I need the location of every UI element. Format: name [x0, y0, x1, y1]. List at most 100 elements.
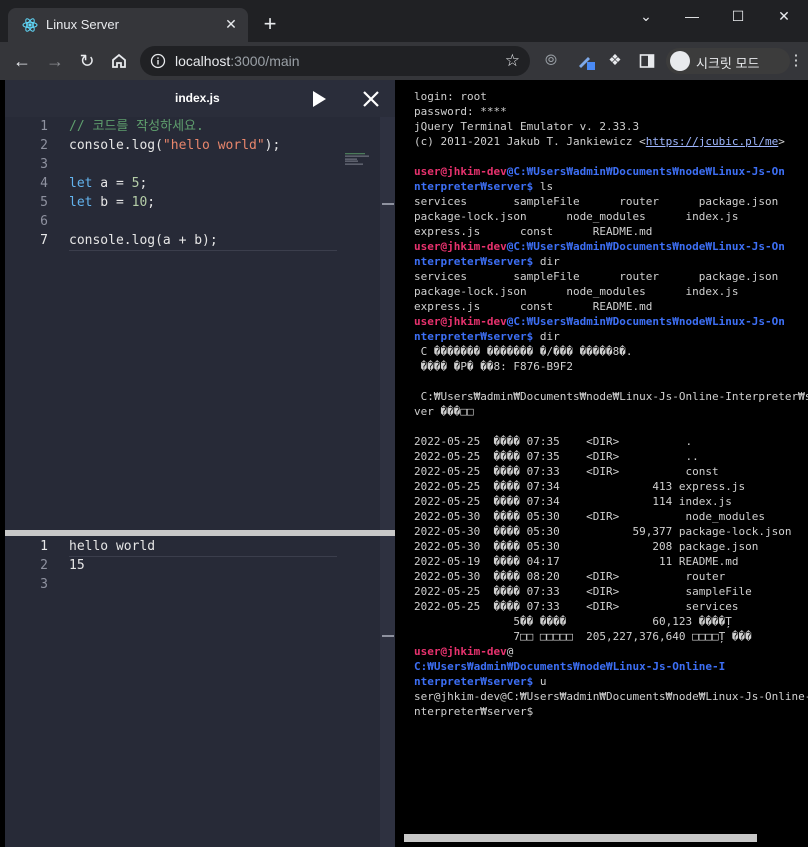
terminal-line: 7□□ □□□□□ 205,227,376,640 □□□□Ț ���	[414, 630, 752, 643]
terminal-line: C ������� ������� �/��� �����8�.	[414, 345, 633, 358]
code-text: console.log("hello world");	[69, 138, 281, 153]
incognito-icon	[670, 51, 690, 71]
terminal-line: express.js const README.md	[414, 225, 653, 238]
output-text: 15	[69, 558, 85, 573]
code-line[interactable]: 7 console.log(a + b);	[5, 231, 380, 250]
line-number: 2	[40, 138, 48, 153]
url-text: localhost:3000/main	[175, 53, 300, 69]
terminal-line: user@jhkim-dev@C:₩Users₩admin₩Documents₩…	[414, 165, 785, 178]
editor-scrollbar[interactable]	[380, 117, 395, 847]
line-number: 6	[40, 214, 48, 229]
terminal-line: 2022-05-19 ���� 04:17 11 README.md	[414, 555, 739, 568]
line-number: 5	[40, 195, 48, 210]
terminal-line: nterpreter₩server$	[414, 705, 534, 718]
line-number: 3	[40, 157, 48, 172]
code-line[interactable]: 6	[5, 212, 380, 231]
reload-icon[interactable]: ↻	[75, 49, 99, 73]
editor-header: index.js	[5, 80, 395, 117]
minimize-icon[interactable]: —	[672, 6, 712, 26]
close-editor-icon[interactable]	[360, 88, 382, 110]
line-number: 2	[40, 558, 48, 573]
active-line-underline	[69, 250, 337, 251]
terminal-line: ser@jhkim-dev@C:₩Users₩admin₩Documents₩n…	[414, 690, 808, 703]
terminal-line: 2022-05-25 ���� 07:33 <DIR> const	[414, 465, 719, 478]
code-text: // 코드를 작성하세요.	[69, 119, 204, 134]
terminal-line: C:₩Users₩admin₩Documents₩node₩Linux-Js-O…	[414, 660, 726, 673]
terminal-line: package-lock.json node_modules index.js	[414, 285, 739, 298]
code-line[interactable]: 5 let b = 10;	[5, 193, 380, 212]
terminal-line: services sampleFile router package.json	[414, 270, 779, 283]
output-line: 1 hello world	[5, 537, 380, 556]
terminal-line: 2022-05-25 ���� 07:35 <DIR> .	[414, 435, 693, 448]
terminal-line: 5�� ���� 60,123 ����Ț	[414, 615, 732, 628]
editor-pane: index.js 1 // 코드를 작성하세요. 2 console.log("hel…	[5, 80, 395, 847]
terminal-line: nterpreter₩server$ ls	[414, 180, 554, 193]
pen-extension-icon[interactable]	[576, 51, 596, 71]
tab-title: Linux Server	[46, 17, 119, 32]
code-line[interactable]: 1 // 코드를 작성하세요.	[5, 117, 380, 136]
line-number: 1	[40, 119, 48, 134]
terminal-line: 2022-05-25 ���� 07:33 <DIR> services	[414, 600, 739, 613]
browser-toolbar: ← → ↻ localhost:3000/main ☆ ⦾ ❖ 시크릿 모드 ⋮	[0, 42, 808, 80]
code-line[interactable]: 4 let a = 5;	[5, 174, 380, 193]
site-info-icon[interactable]	[150, 53, 166, 69]
terminal-line: 2022-05-30 ���� 08:20 <DIR> router	[414, 570, 726, 583]
app-root: index.js 1 // 코드를 작성하세요. 2 console.log("hel…	[0, 80, 808, 847]
code-text: let b = 10;	[69, 195, 156, 210]
tab-close-icon[interactable]: ✕	[222, 15, 240, 33]
terminal-line: nterpreter₩server$ dir	[414, 330, 560, 343]
react-icon	[22, 18, 38, 32]
line-number: 7	[40, 233, 48, 248]
tab-search-icon[interactable]: ⌄	[626, 6, 666, 26]
browser-menu-icon[interactable]: ⋮	[786, 51, 806, 71]
browser-tab-strip: Linux Server ✕ + ⌄ — ☐ ✕	[0, 0, 808, 42]
back-arrow-icon[interactable]: ←	[10, 49, 34, 73]
terminal-line: ���� �P� ��8: F876-B9F2	[414, 360, 573, 373]
window-close-icon[interactable]: ✕	[764, 6, 804, 26]
terminal-line: password: ****	[414, 105, 507, 118]
browser-tab[interactable]: Linux Server ✕	[8, 8, 248, 42]
terminal-line: ver ���□□	[414, 405, 474, 418]
code-line[interactable]: 2 console.log("hello world");	[5, 136, 380, 155]
output-scroll-marker	[382, 635, 394, 637]
new-tab-button[interactable]: +	[258, 12, 282, 36]
address-bar[interactable]: localhost:3000/main ☆	[140, 46, 530, 76]
code-text: let a = 5;	[69, 176, 148, 191]
compass-extension-icon[interactable]: ⦾	[541, 51, 561, 71]
code-text: console.log(a + b);	[69, 233, 218, 248]
terminal-line: 2022-05-25 ���� 07:34 114 index.js	[414, 495, 732, 508]
terminal[interactable]: login: root password: **** jQuery Terminal…	[404, 80, 808, 847]
terminal-line: 2022-05-30 ���� 05:30 <DIR> node_modules	[414, 510, 765, 523]
puzzle-extensions-icon[interactable]: ❖	[605, 51, 625, 71]
terminal-line: express.js const README.md	[414, 300, 653, 313]
bookmark-star-icon[interactable]: ☆	[505, 51, 520, 71]
output-text: hello world	[69, 539, 156, 554]
output-line: 3	[5, 575, 380, 594]
terminal-line: (c) 2011-2021 Jakub T. Jankiewicz <https…	[414, 135, 785, 148]
terminal-line: C:₩Users₩admin₩Documents₩node₩Linux-Js-O…	[414, 390, 808, 403]
terminal-line: 2022-05-30 ���� 05:30 59,377 package-loc…	[414, 525, 792, 538]
output-line: 2 15	[5, 556, 380, 575]
home-icon[interactable]	[107, 49, 131, 73]
terminal-line: user@jhkim-dev@	[414, 645, 514, 658]
incognito-label: 시크릿 모드	[696, 56, 760, 71]
terminal-line: 2022-05-25 ���� 07:35 <DIR> ..	[414, 450, 699, 463]
run-icon[interactable]	[308, 88, 330, 110]
terminal-horizontal-scrollbar[interactable]	[404, 834, 757, 842]
forward-arrow-icon[interactable]: →	[43, 49, 67, 73]
terminal-line: user@jhkim-dev@C:₩Users₩admin₩Documents₩…	[414, 315, 785, 328]
terminal-line: user@jhkim-dev@C:₩Users₩admin₩Documents₩…	[414, 240, 785, 253]
code-line[interactable]: 3	[5, 155, 380, 174]
terminal-line: 2022-05-25 ���� 07:34 413 express.js	[414, 480, 746, 493]
file-name: index.js	[175, 91, 220, 105]
code-editor[interactable]: 1 // 코드를 작성하세요. 2 console.log("hello world"…	[5, 117, 380, 530]
side-panel-icon[interactable]	[637, 51, 657, 71]
terminal-line: login: root	[414, 90, 487, 103]
terminal-line: 2022-05-25 ���� 07:33 <DIR> sampleFile	[414, 585, 752, 598]
incognito-indicator[interactable]: 시크릿 모드	[666, 48, 790, 74]
terminal-line: package-lock.json node_modules index.js	[414, 210, 739, 223]
terminal-line: nterpreter₩server$ dir	[414, 255, 560, 268]
terminal-line: jQuery Terminal Emulator v. 2.33.3	[414, 120, 640, 133]
line-number: 3	[40, 577, 48, 592]
maximize-icon[interactable]: ☐	[718, 6, 758, 26]
